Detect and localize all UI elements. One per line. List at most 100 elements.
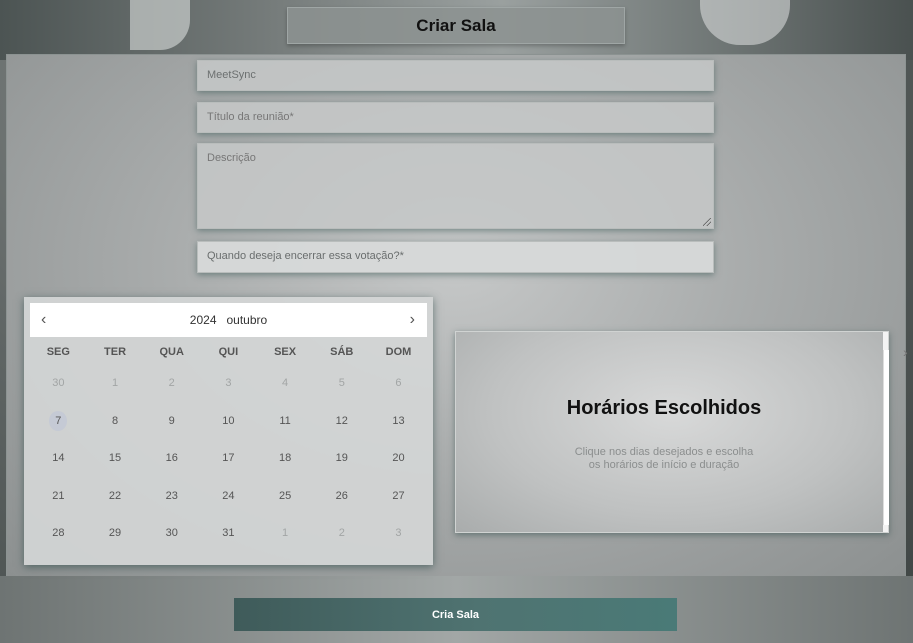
calendar-day-label: 14 bbox=[52, 452, 65, 464]
page-title: Criar Sala bbox=[287, 7, 625, 44]
calendar-day[interactable]: 2 bbox=[143, 377, 200, 415]
calendar-day[interactable]: 8 bbox=[87, 415, 144, 453]
calendar-day-label: 21 bbox=[52, 489, 65, 502]
calendar-day-label: 18 bbox=[278, 452, 292, 464]
calendar-day[interactable]: 17 bbox=[200, 452, 257, 490]
calendar-day-label: 28 bbox=[52, 527, 65, 539]
calendar-day-label: 23 bbox=[165, 489, 178, 502]
calendar-day-label: 26 bbox=[335, 489, 348, 502]
calendar-day-label: 2 bbox=[338, 527, 345, 539]
weekday-label: DOM bbox=[385, 346, 412, 358]
calendar-day[interactable]: 11 bbox=[257, 415, 314, 453]
calendar-day-label: 24 bbox=[222, 489, 235, 502]
calendar-day[interactable]: 5 bbox=[313, 377, 370, 415]
calendar-day[interactable]: 10 bbox=[200, 415, 257, 453]
weekday-label: SEG bbox=[46, 346, 70, 358]
calendar-day[interactable]: 24 bbox=[200, 490, 257, 528]
calendar-year[interactable]: 2024 bbox=[190, 313, 217, 327]
calendar-day[interactable]: 27 bbox=[370, 490, 427, 528]
calendar-day[interactable]: 26 bbox=[313, 490, 370, 528]
hint-line: Clique nos dias desejados e escolha bbox=[574, 446, 754, 458]
calendar-day-label: 3 bbox=[395, 527, 402, 539]
calendar-day-label: 25 bbox=[278, 489, 292, 502]
description-placeholder: Descrição bbox=[207, 152, 256, 164]
chevron-right-icon[interactable]: › bbox=[903, 344, 908, 360]
calendar-day[interactable]: 3 bbox=[200, 377, 257, 415]
calendar-day[interactable]: 1 bbox=[257, 527, 314, 565]
calendar-day[interactable]: 9 bbox=[143, 415, 200, 453]
calendar-day-label: 4 bbox=[282, 377, 289, 389]
weekday-label: TER bbox=[104, 346, 127, 358]
calendar-day-label: 2 bbox=[168, 377, 175, 389]
calendar-day[interactable]: 28 bbox=[30, 527, 87, 565]
calendar-day[interactable]: 2 bbox=[313, 527, 370, 565]
calendar-day[interactable]: 22 bbox=[87, 490, 144, 528]
weekday-label: SEX bbox=[274, 346, 297, 358]
calendar-day-label: 22 bbox=[108, 489, 122, 502]
calendar-day-label: 1 bbox=[282, 527, 289, 539]
calendar-day[interactable]: 16 bbox=[143, 452, 200, 490]
description-textarea[interactable]: Descrição bbox=[197, 143, 714, 229]
calendar-day-label: 17 bbox=[222, 452, 235, 464]
calendar-day-label: 15 bbox=[108, 452, 122, 464]
calendar-day[interactable]: 13 bbox=[370, 415, 427, 453]
calendar-day[interactable]: 29 bbox=[87, 527, 144, 565]
calendar-day-label: 10 bbox=[222, 414, 235, 427]
day-grid: 30 1 2 3 4 5 6 7 8 9 10 11 12 13 14 15 16 17 18 19 20 21 22 23 2… bbox=[30, 377, 427, 565]
calendar-day-label: 20 bbox=[392, 452, 405, 464]
calendar-day[interactable]: 30 bbox=[30, 377, 87, 415]
calendar-day[interactable]: 14 bbox=[30, 452, 87, 490]
date-picker: ‹ 2024 outubro › SEG TER QUA QUI SEX SÁB… bbox=[24, 297, 433, 565]
calendar-day-label: 31 bbox=[222, 527, 235, 539]
calendar-day-label: 30 bbox=[52, 377, 65, 389]
calendar-day-label: 27 bbox=[392, 489, 405, 502]
calendar-day[interactable]: 25 bbox=[257, 490, 314, 528]
chosen-times-title: Horários Escolhidos bbox=[566, 397, 762, 419]
calendar-day-label: 19 bbox=[335, 452, 348, 464]
calendar-header: ‹ 2024 outubro › bbox=[30, 303, 427, 337]
calendar-day[interactable]: 15 bbox=[87, 452, 144, 490]
calendar-day[interactable]: 6 bbox=[370, 377, 427, 415]
calendar-day-label: 3 bbox=[225, 377, 232, 389]
calendar-day-label: 5 bbox=[338, 377, 345, 389]
calendar-day-label: 16 bbox=[165, 452, 178, 464]
calendar-month[interactable]: outubro bbox=[227, 313, 268, 327]
chevron-right-icon[interactable]: › bbox=[410, 311, 415, 329]
calendar-day[interactable]: 19 bbox=[313, 452, 370, 490]
calendar-day-today[interactable]: 7 bbox=[30, 410, 87, 453]
chevron-left-icon[interactable]: ‹ bbox=[41, 311, 46, 329]
calendar-day-label: 13 bbox=[392, 414, 405, 427]
weekday-label: QUA bbox=[159, 346, 184, 358]
calendar-day[interactable]: 12 bbox=[313, 415, 370, 453]
calendar-day[interactable]: 18 bbox=[257, 452, 314, 490]
calendar-day-label: 8 bbox=[111, 414, 119, 427]
calendar-day-label: 6 bbox=[395, 377, 402, 389]
calendar-day-label: 7 bbox=[49, 410, 68, 431]
calendar-day[interactable]: 4 bbox=[257, 377, 314, 415]
create-room-button[interactable]: Cria Sala bbox=[234, 598, 677, 631]
calendar-day[interactable]: 1 bbox=[87, 377, 144, 415]
calendar-day-label: 29 bbox=[108, 527, 122, 539]
weekday-row: SEG TER QUA QUI SEX SÁB DOM bbox=[30, 346, 427, 358]
app-name-field[interactable]: MeetSync bbox=[197, 60, 714, 91]
calendar-day-label: 12 bbox=[335, 414, 348, 427]
calendar-day[interactable]: 31 bbox=[200, 527, 257, 565]
hint-line: os horários de início e duração bbox=[588, 459, 740, 471]
chosen-times-panel: Horários Escolhidos Clique nos dias dese… bbox=[455, 331, 889, 533]
scrollbar[interactable] bbox=[883, 332, 889, 532]
calendar-day[interactable]: 30 bbox=[143, 527, 200, 565]
calendar-day[interactable]: 21 bbox=[30, 490, 87, 528]
calendar-day-label: 1 bbox=[111, 377, 119, 389]
calendar-day[interactable]: 3 bbox=[370, 527, 427, 565]
calendar-day[interactable]: 23 bbox=[143, 490, 200, 528]
chosen-times-hint: Clique nos dias desejados e escolha os h… bbox=[564, 446, 764, 472]
end-vote-date-input[interactable]: Quando deseja encerrar essa votação?* bbox=[197, 241, 714, 273]
meeting-title-input[interactable]: Título da reunião* bbox=[197, 102, 714, 133]
resize-handle-icon[interactable] bbox=[703, 218, 711, 226]
calendar-day[interactable]: 20 bbox=[370, 452, 427, 490]
calendar-day-label: 11 bbox=[279, 414, 291, 427]
weekday-label: SÁB bbox=[330, 346, 354, 358]
calendar-day-label: 9 bbox=[168, 414, 175, 427]
weekday-label: QUI bbox=[218, 346, 239, 358]
scrollbar-thumb[interactable] bbox=[883, 350, 889, 525]
